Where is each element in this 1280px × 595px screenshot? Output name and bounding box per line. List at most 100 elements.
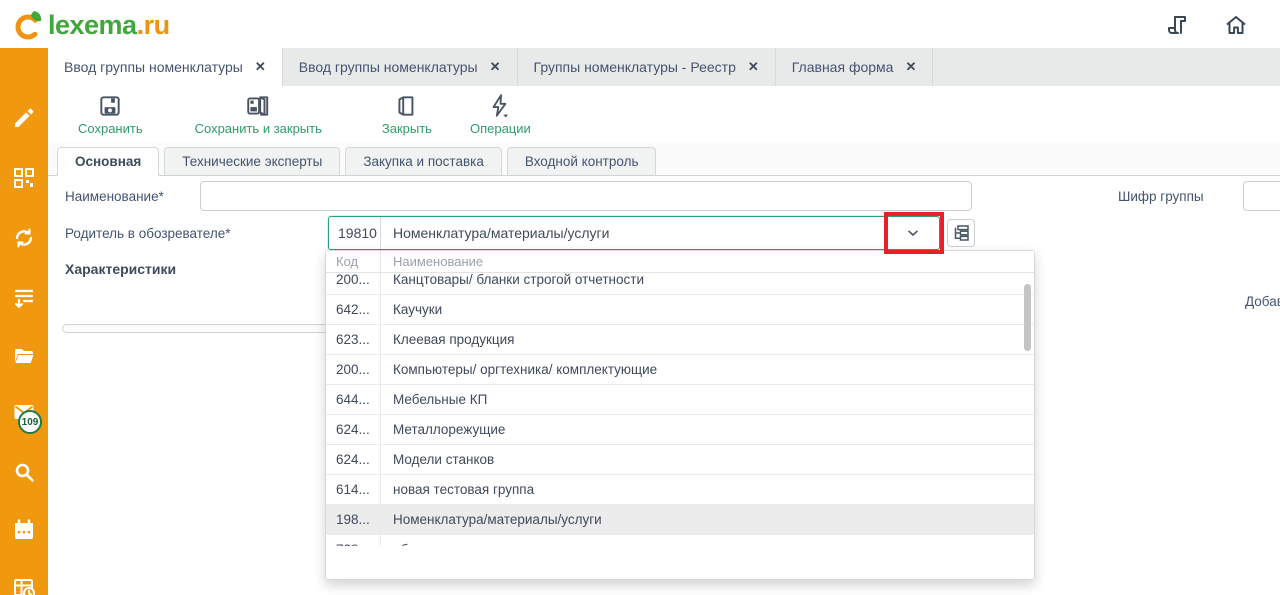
folder-open-icon[interactable] <box>12 344 36 368</box>
form-toolbar: Сохранить Сохранить и закрыть <box>48 86 1280 142</box>
operations-button[interactable]: Операции <box>460 93 541 136</box>
combobox-dropdown-button[interactable] <box>887 217 939 249</box>
logo-text: lexema.ru <box>48 10 170 41</box>
logo-swirl-icon <box>10 7 46 43</box>
chevron-down-icon <box>905 225 921 241</box>
tab-gruppy-reestr[interactable]: Группы номенклатуры - Реестр ✕ <box>518 48 776 86</box>
tab-label: Главная форма <box>792 59 894 75</box>
tab-bar: Ввод группы номенклатуры ✕ Ввод группы н… <box>48 48 1280 86</box>
parent-dropdown-panel: Код Наименование 200... Канцтовары/ блан… <box>325 250 1035 580</box>
close-icon[interactable]: ✕ <box>905 59 916 75</box>
row-code: 624... <box>326 415 381 444</box>
close-button-label: Закрыть <box>382 121 432 136</box>
save-and-close-button-label: Сохранить и закрыть <box>195 121 322 136</box>
row-code: 200... <box>326 355 381 384</box>
table-clock-icon[interactable] <box>12 576 36 595</box>
row-name: оболочки <box>381 535 451 546</box>
lexema-logo[interactable]: lexema.ru <box>10 7 170 43</box>
save-button[interactable]: Сохранить <box>68 93 153 136</box>
dropdown-rows: 200... Канцтовары/ бланки строгой отчетн… <box>326 273 1034 546</box>
dropdown-column-name: Наименование <box>381 251 483 272</box>
tab-label: Ввод группы номенклатуры <box>64 59 243 75</box>
save-and-close-button[interactable]: Сохранить и закрыть <box>185 93 332 136</box>
tab-glavnaya-forma[interactable]: Главная форма ✕ <box>776 48 934 86</box>
tab-vvod-gruppy-1[interactable]: Ввод группы номенклатуры ✕ <box>48 48 283 86</box>
tree-view-button[interactable] <box>947 219 975 247</box>
row-code: 623... <box>326 325 381 354</box>
search-icon[interactable] <box>12 460 36 484</box>
subtab-bar: Основная Технические эксперты Закупка и … <box>48 142 1280 176</box>
row-name: Клеевая продукция <box>381 325 515 354</box>
pencil-icon[interactable] <box>12 106 36 130</box>
sync-icon[interactable] <box>12 226 36 250</box>
tree-icon <box>953 225 969 241</box>
save-button-label: Сохранить <box>78 121 143 136</box>
subtab-tekh-eksperty[interactable]: Технические эксперты <box>164 147 340 176</box>
add-button[interactable]: Добав <box>1245 294 1280 309</box>
row-name: Мебельные КП <box>381 385 487 414</box>
subtab-zakupka[interactable]: Закупка и поставка <box>345 147 502 176</box>
dropdown-viewport: 200... Канцтовары/ бланки строгой отчетн… <box>326 273 1034 546</box>
subtab-label: Закупка и поставка <box>363 154 484 169</box>
home-icon[interactable] <box>1224 13 1248 37</box>
subtab-osnovnaya[interactable]: Основная <box>57 147 159 176</box>
dropdown-row[interactable]: 623... Клеевая продукция <box>326 325 1034 355</box>
row-name: Металлорежущие <box>381 415 505 444</box>
subtab-label: Основная <box>75 154 141 169</box>
row-code: 200... <box>326 273 381 294</box>
parent-name-value: Номенклатура/материалы/услуги <box>381 217 887 249</box>
calendar-icon[interactable] <box>12 518 36 542</box>
left-sidebar: 109 <box>0 48 48 595</box>
dropdown-row[interactable]: 200... Компьютеры/ оргтехника/ комплекту… <box>326 355 1034 385</box>
logo-text-main: lexema <box>48 10 137 40</box>
row-code: 624... <box>326 445 381 474</box>
row-code: 614... <box>326 475 381 504</box>
dropdown-row[interactable]: 642... Каучуки <box>326 295 1034 325</box>
dropdown-header: Код Наименование <box>326 251 1034 273</box>
row-name: новая тестовая группа <box>381 475 534 504</box>
row-name: Модели станков <box>381 445 494 474</box>
parent-field-label: Родитель в обозревателе* <box>65 226 230 241</box>
group-code-label: Шифр группы <box>1118 189 1204 204</box>
dropdown-row[interactable]: 614... новая тестовая группа <box>326 475 1034 505</box>
close-icon[interactable]: ✕ <box>490 59 501 75</box>
parent-combobox[interactable]: 19810 Номенклатура/материалы/услуги <box>328 216 940 250</box>
row-code: 642... <box>326 295 381 324</box>
subtab-vkhodnoy-kontrol[interactable]: Входной контроль <box>507 147 657 176</box>
lightning-icon <box>487 93 513 119</box>
dropdown-row[interactable]: 728... оболочки <box>326 535 1034 546</box>
row-code: 198... <box>326 505 381 534</box>
dropdown-row-selected[interactable]: 198... Номенклатура/материалы/услуги <box>326 505 1034 535</box>
close-button[interactable]: Закрыть <box>372 93 442 136</box>
dropdown-scrollbar[interactable] <box>1024 284 1031 351</box>
scroll-icon[interactable] <box>1166 13 1190 37</box>
list-download-icon[interactable] <box>12 286 36 310</box>
top-header: lexema.ru <box>0 0 1280 48</box>
dropdown-row[interactable]: 644... Мебельные КП <box>326 385 1034 415</box>
tab-label: Группы номенклатуры - Реестр <box>534 59 736 75</box>
group-code-input[interactable] <box>1243 181 1280 211</box>
close-icon[interactable]: ✕ <box>255 59 266 75</box>
name-input[interactable] <box>200 181 972 211</box>
row-code: 644... <box>326 385 381 414</box>
qr-code-icon[interactable] <box>12 166 36 190</box>
row-name: Канцтовары/ бланки строгой отчетности <box>381 273 644 294</box>
tab-vvod-gruppy-2[interactable]: Ввод группы номенклатуры ✕ <box>283 48 518 86</box>
tab-label: Ввод группы номенклатуры <box>299 59 478 75</box>
dropdown-row[interactable]: 624... Модели станков <box>326 445 1034 475</box>
row-name: Номенклатура/материалы/услуги <box>381 505 602 534</box>
app-window: lexema.ru <box>0 0 1280 595</box>
row-name: Компьютеры/ оргтехника/ комплектующие <box>381 355 657 384</box>
subtab-label: Технические эксперты <box>182 154 322 169</box>
subtab-label: Входной контроль <box>525 154 639 169</box>
mail-badge: 109 <box>18 410 42 434</box>
parent-code-value: 19810 <box>329 217 381 249</box>
row-name: Каучуки <box>381 295 442 324</box>
close-icon[interactable]: ✕ <box>748 59 759 75</box>
dropdown-row[interactable]: 200... Канцтовары/ бланки строгой отчетн… <box>326 273 1034 295</box>
row-code: 728... <box>326 535 381 546</box>
floppy-icon <box>97 93 123 119</box>
operations-button-label: Операции <box>470 121 531 136</box>
name-field-label: Наименование* <box>65 189 164 204</box>
dropdown-row[interactable]: 624... Металлорежущие <box>326 415 1034 445</box>
